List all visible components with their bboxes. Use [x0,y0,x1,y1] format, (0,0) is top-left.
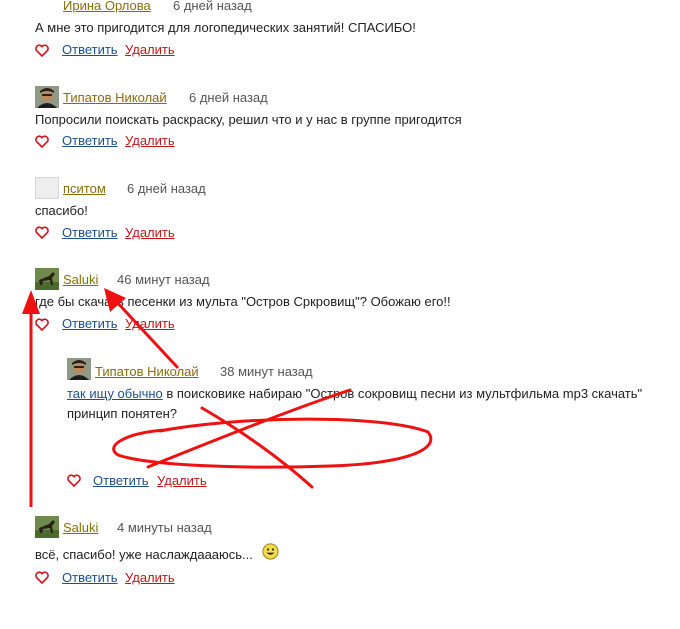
smiley-icon [262,543,279,563]
reply-link[interactable]: Ответить [62,133,118,148]
delete-link[interactable]: Удалить [125,133,175,148]
like-heart-icon[interactable] [35,135,49,151]
comment-time: 46 минут назад [117,272,210,287]
delete-link[interactable]: Удалить [125,42,175,57]
comment-time: 6 дней назад [189,90,268,105]
reply-link[interactable]: Ответить [62,42,118,57]
comment-text: где бы скачать песенки из мульта "Остров… [35,294,451,309]
reply-link[interactable]: Ответить [62,225,118,240]
comment-text-line2: принцип понятен? [67,406,178,421]
like-heart-icon[interactable] [35,44,49,60]
comment-text: Попросили поискать раскраску, решил что … [35,112,462,127]
delete-link[interactable]: Удалить [125,570,175,585]
horse-avatar[interactable] [35,516,59,538]
reply-link[interactable]: Ответить [62,316,118,331]
horse-avatar[interactable] [35,268,59,290]
comment-author[interactable]: Типатов Николай [63,90,167,105]
comment-author[interactable]: Saluki [63,272,98,287]
delete-link[interactable]: Удалить [157,473,207,488]
comment-text: спасибо! [35,203,88,218]
comment-time: 4 минуты назад [117,520,212,535]
like-heart-icon[interactable] [35,571,49,587]
user-photo-avatar[interactable] [35,86,59,108]
default-avatar[interactable] [35,177,59,199]
search-example-link[interactable]: так ищу обычно [67,386,163,401]
comment-text: А мне это пригодится для логопедических … [35,20,416,35]
comment-author[interactable]: Ирина Орлова [63,0,151,13]
comment-time: 6 дней назад [173,0,252,13]
comment-time: 6 дней назад [127,181,206,196]
delete-link[interactable]: Удалить [125,316,175,331]
user-photo-avatar[interactable] [67,358,91,380]
like-heart-icon[interactable] [35,226,49,242]
comment-text: так ищу обычно в поисковике набираю "Ост… [67,386,642,401]
comment-author[interactable]: Типатов Николай [95,364,199,379]
like-heart-icon[interactable] [67,474,81,490]
comment-text: всё, спасибо! уже наслаждаааюсь... [35,547,253,562]
reply-link[interactable]: Ответить [93,473,149,488]
comment-text-rest: в поисковике набираю "Остров сокровищ пе… [162,386,643,401]
delete-link[interactable]: Удалить [125,225,175,240]
comment-time: 38 минут назад [220,364,313,379]
comment-author[interactable]: пситом [63,181,106,196]
like-heart-icon[interactable] [35,318,49,334]
comment-author[interactable]: Saluki [63,520,98,535]
reply-link[interactable]: Ответить [62,570,118,585]
